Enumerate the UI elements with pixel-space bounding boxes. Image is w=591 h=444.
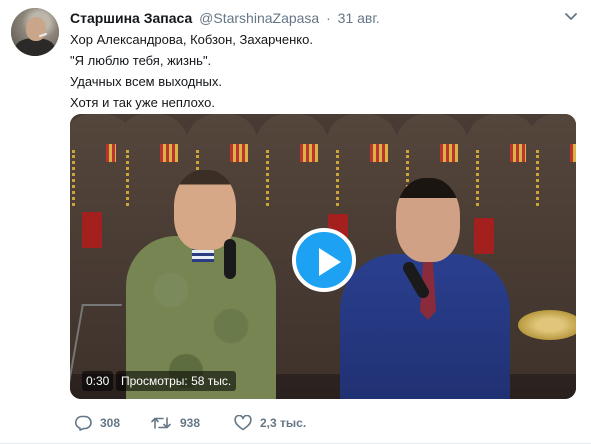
like-button[interactable]: 2,3 тыс. [234,412,306,434]
singer-left [126,166,276,399]
play-button[interactable] [292,228,356,292]
microphone [224,239,236,279]
cymbal [518,310,576,340]
retweet-count: 938 [180,416,201,430]
tweet-date[interactable]: 31 авг. [338,10,380,26]
reply-icon [74,415,92,431]
tweet-text: Хор Александрова, Кобзон, Захарченко. "Я… [70,29,570,113]
reply-button[interactable]: 308 [74,412,120,434]
author-name[interactable]: Старшина Запаса [70,10,192,26]
heart-icon [234,415,252,431]
choir-folder [82,212,102,248]
tweet-header: Старшина Запаса @StarshinaZapasa · 31 ав… [70,9,380,27]
chevron-down-icon[interactable] [565,12,577,22]
tweet-text-line: Хор Александрова, Кобзон, Захарченко. [70,32,313,47]
avatar[interactable] [11,8,59,56]
retweet-icon [151,417,171,429]
tweet-text-line: Хотя и так уже неплохо. [70,95,215,110]
play-icon [319,248,341,276]
reply-count: 308 [100,416,121,430]
header-separator: · [326,10,331,26]
tweet-text-line: "Я люблю тебя, жизнь". [70,53,212,68]
retweet-button[interactable]: 938 [150,412,200,434]
tweet-text-line: Удачных всем выходных. [70,74,222,89]
avatar-face [26,17,46,41]
author-handle[interactable]: @StarshinaZapasa [199,10,319,26]
video-views: Просмотры: 58 тыс. [116,371,237,391]
video-duration: 0:30 [82,371,114,391]
like-count: 2,3 тыс. [260,416,307,430]
tweet[interactable]: Старшина Запаса @StarshinaZapasa · 31 ав… [0,0,591,444]
tweet-actions: 308 938 2,3 тыс. [70,412,570,434]
